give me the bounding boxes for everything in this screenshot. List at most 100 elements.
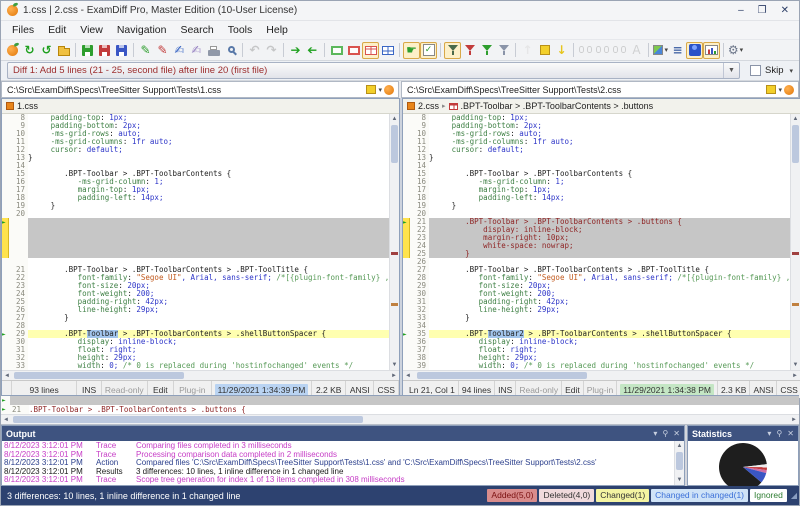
chevron-down-icon[interactable]: ▾ bbox=[767, 430, 771, 438]
code-line[interactable]: 23 font-size: 20px; bbox=[2, 282, 389, 290]
code-line[interactable]: 12 cursor: default; bbox=[403, 146, 790, 154]
code-line[interactable] bbox=[2, 234, 389, 242]
scroll-up-icon[interactable]: ▲ bbox=[390, 114, 399, 124]
code-line[interactable] bbox=[2, 258, 389, 266]
diff-selector-combo[interactable]: Diff 1: Add 5 lines (21 - 25, second fil… bbox=[7, 62, 740, 79]
vertical-scrollbar[interactable]: ▲ ▼ bbox=[674, 441, 684, 485]
scroll-thumb[interactable] bbox=[792, 125, 799, 163]
current-diff-row[interactable]: ► bbox=[1, 396, 799, 405]
code-line[interactable]: 33 width: 0; /* 0 is replaced during 'ho… bbox=[2, 362, 389, 370]
code-line[interactable]: 17 margin-top: 1px; bbox=[403, 186, 790, 194]
code-line[interactable]: 17 margin-top: 1px; bbox=[2, 186, 389, 194]
code-line[interactable]: 25 padding-right: 42px; bbox=[2, 298, 389, 306]
recompare-swap-icon[interactable]: ↺ bbox=[38, 42, 55, 59]
code-line[interactable]: 32 height: 29px; bbox=[2, 354, 389, 362]
code-line[interactable]: 31 float: right; bbox=[2, 346, 389, 354]
match-case-icon[interactable]: A bbox=[628, 42, 645, 59]
code-line[interactable]: ► bbox=[2, 218, 389, 226]
scroll-right-icon[interactable]: ► bbox=[790, 371, 800, 380]
options-gear-icon[interactable]: ⚙▾ bbox=[727, 42, 744, 59]
close-icon[interactable]: ✕ bbox=[787, 430, 794, 438]
menu-view[interactable]: View bbox=[73, 22, 110, 38]
scroll-thumb[interactable] bbox=[391, 125, 398, 163]
maximize-button[interactable]: ❐ bbox=[758, 6, 767, 16]
code-line[interactable]: 37 float: right; bbox=[403, 346, 790, 354]
first-file-path-box[interactable]: C:\Src\ExamDiff\Specs\TreeSitter Support… bbox=[1, 81, 399, 98]
scroll-down-icon[interactable]: ▼ bbox=[791, 360, 800, 370]
code-line[interactable]: 9 padding-bottom: 2px; bbox=[2, 122, 389, 130]
code-line[interactable]: 33 } bbox=[403, 314, 790, 322]
code-line[interactable]: 27 } bbox=[2, 314, 389, 322]
first-file-tab[interactable]: 1.css bbox=[17, 101, 38, 111]
code-line[interactable]: 30 display: inline-block; bbox=[2, 338, 389, 346]
print-icon[interactable] bbox=[205, 42, 222, 59]
scroll-thumb[interactable] bbox=[676, 452, 683, 470]
scroll-thumb[interactable] bbox=[13, 416, 363, 423]
code-line[interactable]: 21 .BPT-Toolbar > .BPT-ToolbarContents >… bbox=[2, 266, 389, 274]
code-line[interactable]: 22 font-family: "Segoe UI", Arial, sans-… bbox=[2, 274, 389, 282]
copy-block-first-icon[interactable]: ✍ bbox=[171, 42, 188, 59]
code-line[interactable]: 14 bbox=[403, 162, 790, 170]
line-options-icon[interactable]: ≡ bbox=[669, 42, 686, 59]
show-checkboxes-icon[interactable]: ✓ bbox=[420, 42, 437, 59]
code-line[interactable]: 15 .BPT-Toolbar > .BPT-ToolbarContents { bbox=[403, 170, 790, 178]
scroll-down-icon[interactable]: ▼ bbox=[675, 475, 684, 485]
code-line[interactable]: ►29 .BPT-Toolbar > .BPT-ToolbarContents … bbox=[2, 330, 389, 338]
code-line[interactable]: 32 line-height: 29px; bbox=[403, 306, 790, 314]
pin-icon[interactable]: ⚲ bbox=[776, 430, 782, 438]
code-line[interactable]: 23 margin-right: 10px; bbox=[403, 234, 790, 242]
code-line[interactable]: 27 .BPT-Toolbar > .BPT-ToolbarContents >… bbox=[403, 266, 790, 274]
resize-grip[interactable]: ◢ bbox=[791, 491, 797, 500]
horizontal-scrollbar[interactable]: ◄ ► bbox=[403, 370, 800, 380]
first-file-editor[interactable]: 8 padding-top: 1px;9 padding-bottom: 2px… bbox=[2, 114, 399, 370]
show-deleted-filter-icon[interactable] bbox=[461, 42, 478, 59]
code-line[interactable]: 24 font-weight: 200; bbox=[2, 290, 389, 298]
chevron-down-icon[interactable]: ▾ bbox=[778, 86, 782, 94]
show-added-filter-icon[interactable] bbox=[478, 42, 495, 59]
scroll-up-icon[interactable]: ▲ bbox=[791, 114, 800, 124]
second-file-tab[interactable]: 2.css bbox=[418, 101, 439, 111]
vertical-scrollbar[interactable]: ▲ ▼ bbox=[389, 114, 399, 370]
code-line[interactable]: 20 bbox=[2, 210, 389, 218]
code-line[interactable]: 12 cursor: default; bbox=[2, 146, 389, 154]
code-line[interactable]: 19 } bbox=[403, 202, 790, 210]
close-button[interactable]: ✕ bbox=[781, 6, 789, 16]
menu-navigation[interactable]: Navigation bbox=[110, 22, 174, 38]
find-prev-icon[interactable] bbox=[611, 42, 628, 59]
code-line[interactable]: 26 line-height: 29px; bbox=[2, 306, 389, 314]
code-line[interactable]: 13} bbox=[2, 154, 389, 162]
print-preview-icon[interactable] bbox=[222, 42, 239, 59]
output-log[interactable]: 8/12/2023 3:12:01 PMTraceComparing files… bbox=[2, 441, 684, 485]
show-first-pane-icon[interactable] bbox=[328, 42, 345, 59]
current-diff-icon[interactable] bbox=[536, 42, 553, 59]
code-line[interactable]: 29 font-size: 20px; bbox=[403, 282, 790, 290]
output-row[interactable]: 8/12/2023 3:12:01 PMTraceScope tree cont… bbox=[2, 485, 674, 486]
code-line[interactable] bbox=[2, 242, 389, 250]
code-line[interactable]: 20 bbox=[403, 210, 790, 218]
find-next-icon[interactable] bbox=[594, 42, 611, 59]
vertical-split-icon[interactable] bbox=[379, 42, 396, 59]
compare-files-icon[interactable] bbox=[4, 42, 21, 59]
edit-second-file-icon[interactable]: ✎ bbox=[154, 42, 171, 59]
menu-search[interactable]: Search bbox=[173, 22, 220, 38]
scroll-right-icon[interactable]: ► bbox=[389, 371, 399, 380]
plugins-icon[interactable] bbox=[686, 42, 703, 59]
show-all-diffs-icon[interactable] bbox=[444, 42, 461, 59]
redo-icon[interactable]: ↷ bbox=[263, 42, 280, 59]
code-line[interactable]: 14 bbox=[2, 162, 389, 170]
horizontal-scrollbar[interactable]: ◄ ► bbox=[1, 414, 799, 424]
prev-pair-icon[interactable]: ➔ bbox=[304, 42, 321, 59]
save-first-file-icon[interactable] bbox=[79, 42, 96, 59]
current-diff-row[interactable]: ►21.BPT-Toolbar > .BPT-ToolbarContents >… bbox=[1, 405, 799, 414]
code-line[interactable]: 15 .BPT-Toolbar > .BPT-ToolbarContents { bbox=[2, 170, 389, 178]
show-second-pane-icon[interactable] bbox=[345, 42, 362, 59]
code-line[interactable]: 18 padding-left: 14px; bbox=[2, 194, 389, 202]
code-line[interactable]: 31 padding-right: 42px; bbox=[403, 298, 790, 306]
scroll-left-icon[interactable]: ◄ bbox=[403, 371, 413, 380]
compare-icon[interactable] bbox=[384, 85, 394, 95]
menu-edit[interactable]: Edit bbox=[41, 22, 73, 38]
open-files-icon[interactable] bbox=[55, 42, 72, 59]
code-line[interactable]: 9 padding-bottom: 2px; bbox=[403, 122, 790, 130]
second-file-path-box[interactable]: C:\Src\ExamDiff\Specs\TreeSitter Support… bbox=[401, 81, 799, 98]
pin-icon[interactable]: ⚲ bbox=[662, 430, 668, 438]
